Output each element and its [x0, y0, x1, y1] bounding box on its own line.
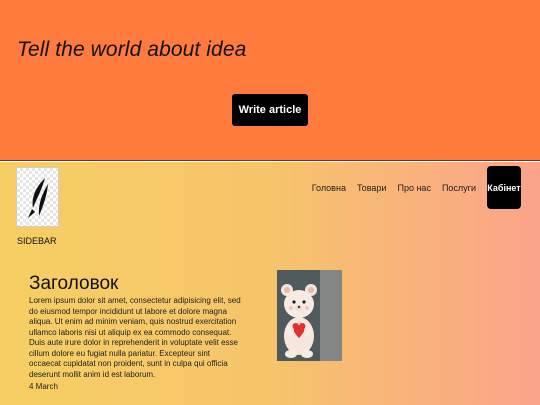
site-logo[interactable] — [16, 167, 59, 227]
feather-logo-icon — [28, 178, 48, 218]
main-section: SIDEBAR Головна Товари Про нас Послуги К… — [0, 162, 540, 405]
article-date: 4 March — [29, 382, 58, 391]
article-image[interactable] — [277, 270, 342, 361]
article-card: Заголовок Lorem ipsum dolor sit amet, co… — [29, 273, 244, 391]
write-article-button[interactable]: Write article — [232, 94, 308, 126]
nav-item-home[interactable]: Головна — [312, 183, 346, 193]
hero-title: Tell the world about idea — [17, 38, 247, 61]
article-body: Lorem ipsum dolor sit amet, consectetur … — [29, 296, 241, 379]
teddy-bear-heart-image — [281, 284, 317, 358]
nav-item-products[interactable]: Товари — [357, 183, 387, 193]
cabinet-button[interactable]: Кабінет — [487, 166, 521, 209]
sidebar-label: SIDEBAR — [17, 236, 57, 246]
article-title[interactable]: Заголовок — [29, 273, 244, 295]
nav-item-about[interactable]: Про нас — [397, 183, 430, 193]
main-nav: Головна Товари Про нас Послуги Кабінет — [312, 166, 521, 209]
hero-section: Tell the world about idea Write article — [0, 0, 540, 161]
nav-item-services[interactable]: Послуги — [442, 183, 476, 193]
